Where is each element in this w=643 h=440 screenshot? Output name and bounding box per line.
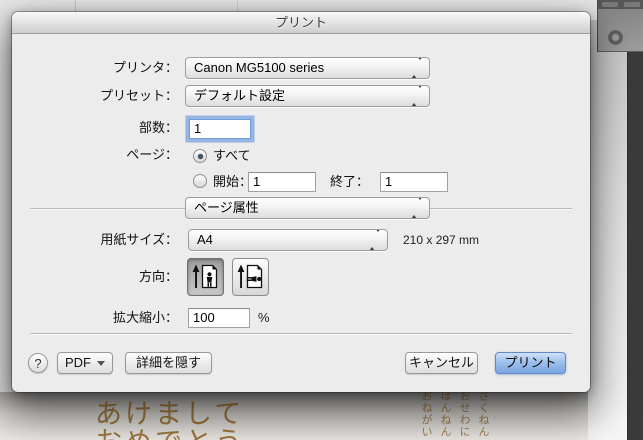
background-greeting-line2: おめでとう	[95, 420, 245, 440]
paper-size-label: 用紙サイズ：	[100, 232, 178, 247]
copies-input[interactable]: 1	[189, 119, 251, 139]
scale-unit: %	[258, 310, 270, 325]
background-toolbar-window	[597, 0, 643, 52]
copies-label: 部数：	[138, 120, 178, 135]
pages-from-label[interactable]: 開始：	[213, 174, 252, 190]
vertical-text-column: さくねん	[477, 390, 489, 438]
printer-label: プリンタ：	[112, 60, 178, 75]
presets-popup-value: デフォルト設定	[194, 88, 286, 103]
vertical-text-column: ほんねん	[439, 390, 451, 438]
presets-popup[interactable]: デフォルト設定	[185, 85, 430, 107]
stepper-arrows-icon	[411, 86, 423, 106]
paper-dimensions: 210 x 297 mm	[403, 233, 480, 247]
stepper-arrows-icon	[411, 58, 423, 78]
dialog-titlebar[interactable]: プリント	[12, 12, 590, 34]
portrait-orientation-icon	[192, 264, 218, 289]
toolbar-chip	[602, 2, 618, 7]
pages-all-label[interactable]: すべて	[213, 148, 251, 164]
orientation-landscape-button[interactable]	[232, 258, 269, 296]
help-button[interactable]: ?	[28, 353, 48, 373]
pages-range-radio[interactable]	[193, 174, 207, 188]
printer-popup-value: Canon MG5100 series	[194, 60, 325, 75]
stepper-arrows-icon	[369, 230, 381, 250]
gear-icon	[608, 30, 623, 45]
background-gradient-strip	[588, 20, 628, 440]
pages-to-input[interactable]: 1	[380, 172, 448, 192]
background-toolbar-tabs	[598, 0, 643, 9]
screen: あけまして おめでとう さくねん おせわに ほんねん おねがい プリント プリン…	[0, 0, 643, 440]
dialog-title: プリント	[274, 15, 327, 30]
scale-input[interactable]: 100	[188, 308, 250, 328]
background-vertical-text: さくねん おせわに ほんねん おねがい	[416, 390, 492, 440]
background-window-edge	[237, 0, 238, 12]
landscape-orientation-icon	[237, 264, 263, 289]
vertical-text-column: おせわに	[458, 390, 470, 438]
hide-details-button[interactable]: 詳細を隠す	[125, 352, 212, 374]
chevron-down-icon	[97, 360, 105, 366]
settings-section-value: ページ属性	[194, 200, 259, 215]
background-dark-window-band	[627, 26, 643, 440]
toolbar-chip	[624, 2, 640, 7]
pages-all-radio[interactable]	[193, 149, 207, 163]
background-window-edge	[75, 0, 76, 12]
pages-to-label: 終了：	[330, 174, 370, 189]
pdf-menu-label: PDF	[65, 355, 91, 370]
pages-label: ページ：	[126, 147, 178, 162]
orientation-portrait-button[interactable]	[187, 258, 224, 296]
stepper-arrows-icon	[411, 198, 423, 218]
settings-section-popup[interactable]: ページ属性	[185, 197, 430, 219]
print-button[interactable]: プリント	[495, 352, 566, 374]
print-dialog: プリント プリンタ： Canon MG5100 series プリセット： デフ…	[12, 12, 590, 392]
pages-from-input[interactable]: 1	[248, 172, 316, 192]
paper-size-value: A4	[197, 232, 213, 247]
orientation-label: 方向：	[138, 269, 178, 284]
presets-label: プリセット：	[99, 88, 178, 103]
scale-label: 拡大縮小：	[112, 310, 178, 325]
paper-size-popup[interactable]: A4	[188, 229, 388, 251]
footer-separator	[30, 333, 572, 334]
vertical-text-column: おねがい	[420, 390, 432, 438]
cancel-button[interactable]: キャンセル	[405, 352, 478, 374]
pdf-menu-button[interactable]: PDF	[57, 352, 113, 374]
printer-popup[interactable]: Canon MG5100 series	[185, 57, 430, 79]
